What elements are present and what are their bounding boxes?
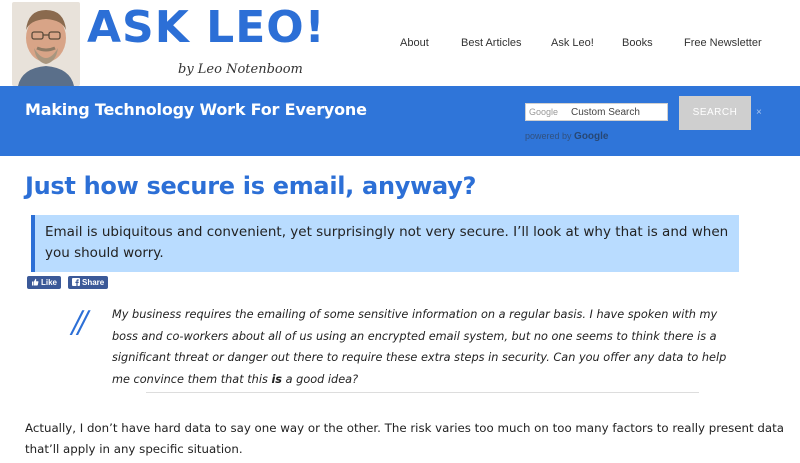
search-input[interactable] [571,105,665,119]
close-icon[interactable]: × [756,107,762,118]
powered-by-google: powered by Google [525,131,609,142]
site-header: ASK LEO! by Leo Notenboom About Best Art… [0,0,800,86]
powered-by-brand: Google [574,131,609,142]
main-nav: About Best Articles Ask Leo! Books Free … [0,37,800,53]
reader-question: My business requires the emailing of som… [112,304,742,390]
nav-books[interactable]: Books [622,37,653,49]
share-label: Share [82,278,105,287]
search-button[interactable]: SEARCH [679,96,751,130]
article-summary: Email is ubiquitous and convenient, yet … [31,215,739,272]
search-box: Google [525,103,668,121]
nav-free-newsletter[interactable]: Free Newsletter [684,37,762,49]
facebook-icon [72,276,80,289]
article-title: Just how secure is email, anyway? [25,172,477,200]
divider [146,392,699,393]
site-logo-subtitle: by Leo Notenboom [178,62,303,77]
quote-mark: // [72,305,88,340]
question-emphasis: is [271,372,283,386]
facebook-like-button[interactable]: Like [27,276,62,289]
nav-about[interactable]: About [400,37,429,49]
nav-ask-leo[interactable]: Ask Leo! [551,37,594,49]
site-tagline: Making Technology Work For Everyone [25,100,367,119]
question-text-end: a good idea? [282,372,359,386]
like-label: Like [41,278,58,287]
question-text: My business requires the emailing of som… [112,308,727,386]
thumbs-up-icon [31,276,39,289]
answer-paragraph: Actually, I don’t have hard data to say … [25,421,784,456]
powered-by-label: powered by [525,131,572,141]
search-brand-label: Google [529,107,559,117]
facebook-share-button[interactable]: Share [68,276,109,289]
nav-best-articles[interactable]: Best Articles [461,37,522,49]
